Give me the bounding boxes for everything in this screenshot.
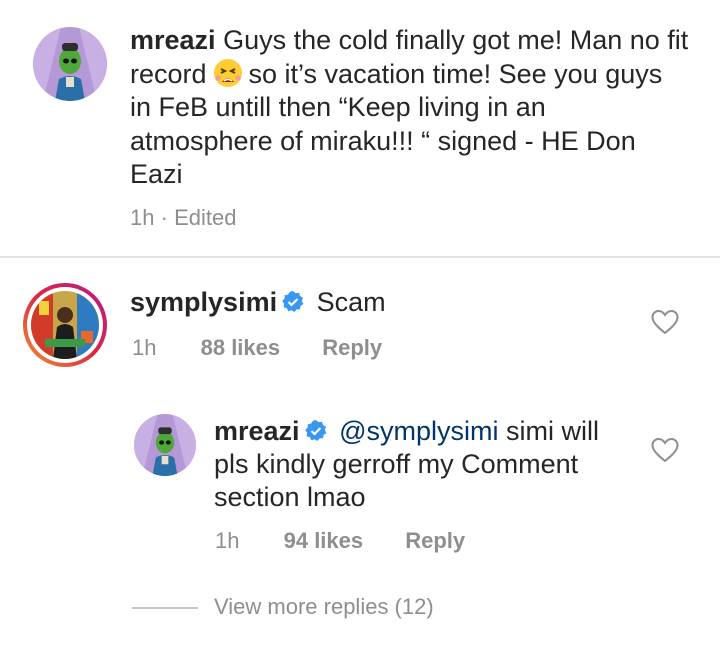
comment-line: symplysimi Scam [130,286,386,319]
caption-username[interactable]: mreazi [130,25,216,55]
meta-separator: · [160,205,168,230]
post-caption: mreazi Guys the cold finally got me! Man… [0,0,720,256]
view-more-line [132,607,198,609]
reply-text: mreazi @symplysimi simi will pls kindly … [214,415,634,514]
comment-meta: 1h 88 likes Reply [132,335,382,361]
likes-count[interactable]: 88 likes [201,335,281,360]
reply-meta: 1h 94 likes Reply [215,528,465,554]
caption-text-part2: so it’s vacation time! See you guys in F… [130,58,663,190]
like-heart-icon[interactable] [651,437,679,463]
caption-text: mreazi Guys the cold finally got me! Man… [130,24,690,192]
comment-username[interactable]: symplysimi [130,287,277,317]
avatar-image [31,291,99,359]
view-more-replies-button[interactable]: View more replies (12) [214,594,434,620]
verified-badge-icon [304,418,328,442]
reply-username[interactable]: mreazi [214,416,300,446]
avatar-story-ring[interactable] [23,283,107,367]
caption-meta: 1h · Edited [130,205,236,231]
like-heart-icon[interactable] [651,309,679,335]
edited-label: Edited [174,205,237,230]
reply-button[interactable]: Reply [405,528,465,553]
comment-time: 1h [132,335,157,360]
avatar-image [134,414,196,476]
verified-badge-icon [281,289,305,313]
reply-button[interactable]: Reply [322,335,382,360]
reply-time: 1h [215,528,240,553]
caption-divider [0,256,720,258]
likes-count[interactable]: 94 likes [284,528,364,553]
avatar-image [33,27,107,101]
avatar[interactable] [134,414,196,476]
tired-face-emoji-icon [213,58,243,88]
avatar[interactable] [33,27,107,101]
comment-text: Scam [316,287,386,317]
mention-link[interactable]: @symplysimi [339,416,498,446]
caption-time: 1h [130,205,155,230]
